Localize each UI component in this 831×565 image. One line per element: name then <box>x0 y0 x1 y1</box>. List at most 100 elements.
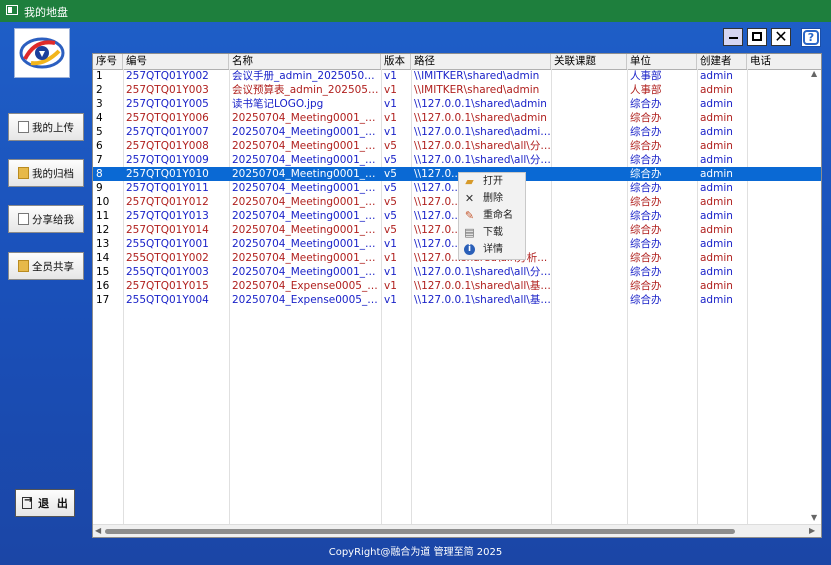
file-code: 257QTQ01Y010 <box>126 168 209 180</box>
file-name: 20250704_Meeting0001_1. 会... <box>232 252 381 264</box>
table-row[interactable]: 13 255QTQ01Y001 20250704_Meeting0001_0. 会.… <box>93 237 821 251</box>
phone <box>747 195 809 209</box>
menu-item-rename[interactable]: ✎ 重命名 <box>459 207 525 224</box>
department: 综合办 <box>630 182 662 194</box>
sidebar-item-my-uploads[interactable]: 我的上传 <box>8 113 84 141</box>
table-row[interactable]: 10 257QTQ01Y012 20250704_Meeting0001_4. 涉.… <box>93 195 821 209</box>
file-version: v1 <box>384 238 397 250</box>
related-topic <box>551 97 627 111</box>
file-name: 20250704_Meeting0001_2. 会... <box>232 168 381 180</box>
file-code: 257QTQ01Y011 <box>126 182 209 194</box>
table-row[interactable]: 4 257QTQ01Y006 20250704_Meeting0001_0. 会..… <box>93 111 821 125</box>
table-row[interactable]: 1 257QTQ01Y002 会议手册_admin_20250508 1... v1 \… <box>93 69 821 83</box>
table-row[interactable]: 12 257QTQ01Y014 20250704_Meeting0001_7. 会.… <box>93 223 821 237</box>
minimize-button[interactable] <box>723 28 743 46</box>
table-row[interactable]: 3 257QTQ01Y005 读书笔记LOGO.jpg v1 \\127.0.0.1\s… <box>93 97 821 111</box>
phone <box>747 181 809 195</box>
column-header[interactable]: 名称 <box>229 54 381 69</box>
column-header[interactable]: 版本 <box>381 54 411 69</box>
related-topic <box>551 251 627 265</box>
menu-item-details[interactable]: i 详情 <box>459 241 525 258</box>
related-topic <box>551 181 627 195</box>
table-row[interactable]: 5 257QTQ01Y007 20250704_Meeting0001_0. 会..… <box>93 125 821 139</box>
related-topic <box>551 237 627 251</box>
row-index: 17 <box>96 294 110 306</box>
column-header[interactable]: 路径 <box>411 54 551 69</box>
file-path: \\127.0.0.1\shared\all\基于... <box>414 294 551 306</box>
department: 综合办 <box>630 266 662 278</box>
file-code: 257QTQ01Y009 <box>126 154 209 166</box>
scroll-down-icon[interactable]: ▼ <box>811 513 817 522</box>
related-topic <box>551 153 627 167</box>
menu-item-download[interactable]: ▤ 下载 <box>459 224 525 241</box>
menu-item-open[interactable]: ▰ 打开 <box>459 173 525 190</box>
file-name: 20250704_Meeting0001_7. 会... <box>232 224 381 236</box>
file-name: 20250704_Meeting0001_3. 会... <box>232 182 381 194</box>
vertical-scrollbar[interactable]: ▲ ▼ <box>809 69 821 524</box>
creator: admin <box>700 224 733 236</box>
table-row[interactable]: 17 255QTQ01Y004 20250704_Expense0005_3_会..… <box>93 293 821 307</box>
table-row[interactable]: 11 257QTQ01Y013 20250704_Meeting0001_6. 咨.… <box>93 209 821 223</box>
help-button[interactable]: ? <box>801 28 821 47</box>
phone <box>747 167 809 181</box>
file-name: 20250704_Expense0005_1_会... <box>232 280 381 292</box>
table-row[interactable]: 8 257QTQ01Y010 20250704_Meeting0001_2. 会..… <box>93 167 821 181</box>
phone <box>747 139 809 153</box>
table-row[interactable]: 7 257QTQ01Y009 20250704_Meeting0001_1. 会..… <box>93 153 821 167</box>
download-icon: ▤ <box>464 226 475 239</box>
row-index: 6 <box>96 140 103 152</box>
table-row[interactable]: 2 257QTQ01Y003 会议预算表_admin_20250508... v1 \\… <box>93 83 821 97</box>
exit-button[interactable]: 退 出 <box>15 489 75 517</box>
sidebar-item-my-archive[interactable]: 我的归档 <box>8 159 84 187</box>
maximize-button[interactable] <box>747 28 767 46</box>
file-path: \\127.0.0.1\shared\all\分析... <box>414 266 551 278</box>
menu-item-label: 详情 <box>483 244 503 255</box>
help-icon: ? <box>803 30 819 45</box>
sidebar-item-shared-with-me[interactable]: 分享给我 <box>8 205 84 233</box>
file-path: \\127.0.0.1\shared\admin <box>414 112 547 124</box>
department: 综合办 <box>630 98 662 110</box>
related-topic <box>551 125 627 139</box>
close-button[interactable]: ✕ <box>771 28 791 46</box>
column-header[interactable]: 关联课题 <box>551 54 627 69</box>
scroll-up-icon[interactable]: ▲ <box>811 69 817 78</box>
row-index: 10 <box>96 196 110 208</box>
column-header[interactable]: 单位 <box>627 54 697 69</box>
menu-item-delete[interactable]: ✕ 删除 <box>459 190 525 207</box>
file-version: v5 <box>384 168 397 180</box>
table-header: 序号 编号 名称 版本 路径 关联课题 单位 创建者 电话 <box>93 54 821 70</box>
file-code: 257QTQ01Y014 <box>126 224 209 236</box>
table-row[interactable]: 16 257QTQ01Y015 20250704_Expense0005_1_会..… <box>93 279 821 293</box>
phone <box>747 153 809 167</box>
sidebar-item-all-shared[interactable]: 全员共享 <box>8 252 84 280</box>
scrollbar-thumb[interactable] <box>105 529 735 534</box>
column-header[interactable]: 电话 <box>747 54 809 69</box>
file-path: \\IMITKER\shared\admin <box>414 70 540 82</box>
creator: admin <box>700 154 733 166</box>
table-row[interactable]: 6 257QTQ01Y008 20250704_Meeting0001_0. 会..… <box>93 139 821 153</box>
column-header[interactable]: 创建者 <box>697 54 747 69</box>
file-version: v1 <box>384 266 397 278</box>
column-header[interactable]: 编号 <box>123 54 229 69</box>
department: 综合办 <box>630 294 662 306</box>
scroll-left-icon[interactable]: ◀ <box>95 526 101 535</box>
file-version: v5 <box>384 182 397 194</box>
horizontal-scrollbar[interactable]: ◀ ▶ <box>93 524 821 537</box>
creator: admin <box>700 140 733 152</box>
file-code: 257QTQ01Y002 <box>126 70 209 82</box>
file-table[interactable]: 序号 编号 名称 版本 路径 关联课题 单位 创建者 电话 1 257QTQ01Y… <box>92 53 822 538</box>
menu-item-label: 下载 <box>483 227 503 238</box>
table-row[interactable]: 14 255QTQ01Y002 20250704_Meeting0001_1. 会.… <box>93 251 821 265</box>
table-row[interactable]: 15 255QTQ01Y003 20250704_Meeting0001_2. 会.… <box>93 265 821 279</box>
row-index: 2 <box>96 84 103 96</box>
related-topic <box>551 195 627 209</box>
context-menu: ▰ 打开 ✕ 删除 ✎ 重命名 ▤ 下载 i 详情 <box>458 172 526 260</box>
table-row[interactable]: 9 257QTQ01Y011 20250704_Meeting0001_3. 会..… <box>93 181 821 195</box>
file-code: 255QTQ01Y004 <box>126 294 209 306</box>
department: 综合办 <box>630 252 662 264</box>
phone <box>747 83 809 97</box>
related-topic <box>551 139 627 153</box>
scroll-right-icon[interactable]: ▶ <box>809 526 815 535</box>
column-header[interactable]: 序号 <box>93 54 123 69</box>
phone <box>747 209 809 223</box>
